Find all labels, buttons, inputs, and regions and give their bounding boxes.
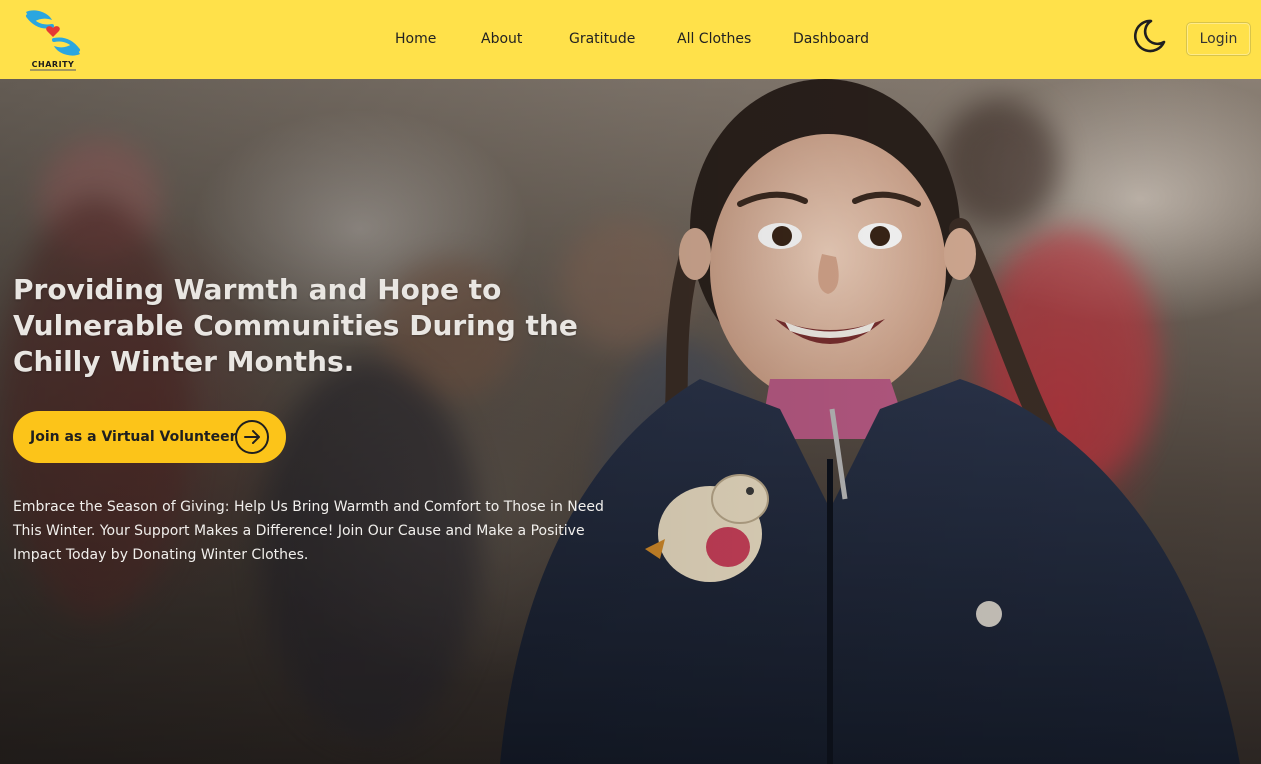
hero-description: Embrace the Season of Giving: Help Us Br…	[13, 499, 604, 563]
hero-title: Providing Warmth and Hope to Vulnerable …	[13, 273, 578, 378]
arrow-right-circle-icon	[235, 420, 269, 454]
nav-link-home[interactable]: Home	[395, 31, 436, 47]
cta-label: Join as a Virtual Volunteer	[30, 429, 237, 445]
logo-text: CHARITY	[31, 60, 75, 69]
charity-logo[interactable]: CHARITY	[22, 6, 84, 72]
moon-icon	[1133, 19, 1166, 53]
theme-toggle-button[interactable]	[1131, 18, 1167, 54]
logo-tagline-bar	[30, 69, 76, 71]
nav-link-dashboard[interactable]: Dashboard	[793, 31, 869, 47]
nav-link-all-clothes[interactable]: All Clothes	[677, 31, 751, 47]
helping-hands-heart-icon	[26, 10, 80, 56]
login-button[interactable]: Login	[1186, 22, 1251, 56]
join-virtual-volunteer-button[interactable]: Join as a Virtual Volunteer	[13, 411, 286, 463]
nav-link-gratitude[interactable]: Gratitude	[569, 31, 635, 47]
navbar: CHARITY Home About Gratitude All Clothes…	[0, 0, 1261, 79]
nav-link-about[interactable]: About	[481, 31, 522, 47]
hero-section: Providing Warmth and Hope to Vulnerable …	[0, 79, 1261, 764]
